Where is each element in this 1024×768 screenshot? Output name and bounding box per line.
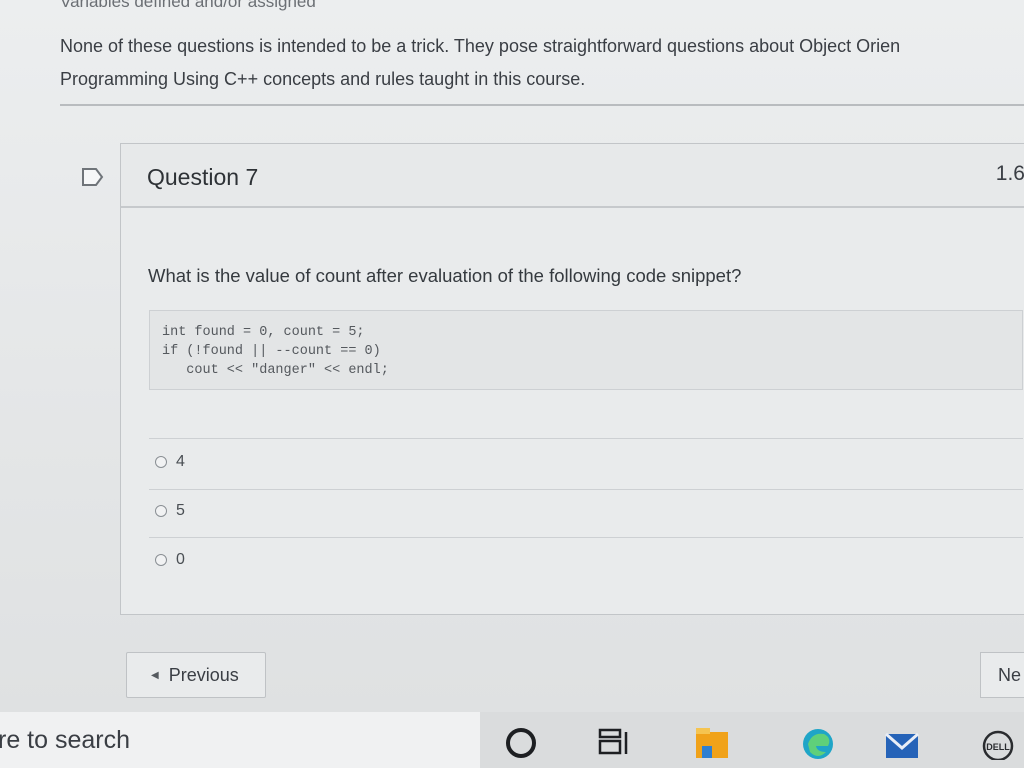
task-view-icon[interactable] — [596, 724, 632, 760]
answer-option[interactable]: 5 — [155, 498, 185, 524]
answer-option[interactable]: 4 — [155, 449, 185, 475]
question-prompt: What is the value of count after evaluat… — [148, 265, 742, 286]
quiz-page: Variables defined and/or assigned None o… — [0, 0, 1024, 712]
answer-label: 4 — [176, 453, 185, 470]
answer-separator — [149, 438, 1023, 439]
answer-label: 5 — [176, 502, 185, 519]
question-header: Question 7 1.6 — [121, 144, 1024, 208]
answer-option[interactable]: 0 — [155, 547, 185, 573]
divider — [60, 104, 1024, 106]
previous-label: Previous — [168, 664, 239, 685]
radio-button[interactable] — [155, 505, 167, 517]
dell-icon[interactable]: DELL — [980, 724, 1016, 760]
previous-button[interactable]: ◀ Previous — [126, 652, 266, 698]
windows-taskbar: re to search DELL — [0, 712, 1024, 768]
taskbar-search-box[interactable]: re to search — [0, 712, 480, 768]
mail-icon[interactable] — [884, 724, 920, 760]
search-placeholder: re to search — [0, 725, 131, 754]
code-snippet: int found = 0, count = 5; if (!found || … — [149, 310, 1023, 390]
answer-separator — [149, 489, 1023, 490]
edge-icon[interactable] — [800, 724, 836, 760]
svg-text:DELL: DELL — [986, 742, 1010, 752]
flag-question-icon[interactable] — [82, 168, 104, 186]
quiz-instructions: None of these questions is intended to b… — [60, 30, 1020, 96]
code-line: int found = 0, count = 5; — [162, 325, 365, 340]
cortana-circle-icon[interactable] — [503, 724, 539, 760]
radio-button[interactable] — [155, 554, 167, 566]
cut-off-heading: Variables defined and/or assigned — [60, 0, 316, 11]
instructions-line-1: None of these questions is intended to b… — [60, 36, 901, 56]
answer-separator — [149, 537, 1023, 538]
code-line: if (!found || --count == 0) — [162, 344, 381, 359]
radio-button[interactable] — [155, 456, 167, 468]
question-card: Question 7 1.6 What is the value of coun… — [120, 143, 1024, 615]
next-button[interactable]: Ne — [980, 652, 1024, 698]
caret-left-icon: ◀ — [151, 669, 159, 681]
file-explorer-icon[interactable] — [694, 724, 730, 760]
code-line: cout << "danger" << endl; — [162, 363, 389, 378]
next-label: Ne — [998, 665, 1022, 685]
question-points: 1.6 — [995, 162, 1024, 185]
answer-label: 0 — [176, 551, 185, 568]
instructions-line-2: Programming Using C++ concepts and rules… — [60, 69, 586, 89]
question-title: Question 7 — [147, 164, 259, 190]
